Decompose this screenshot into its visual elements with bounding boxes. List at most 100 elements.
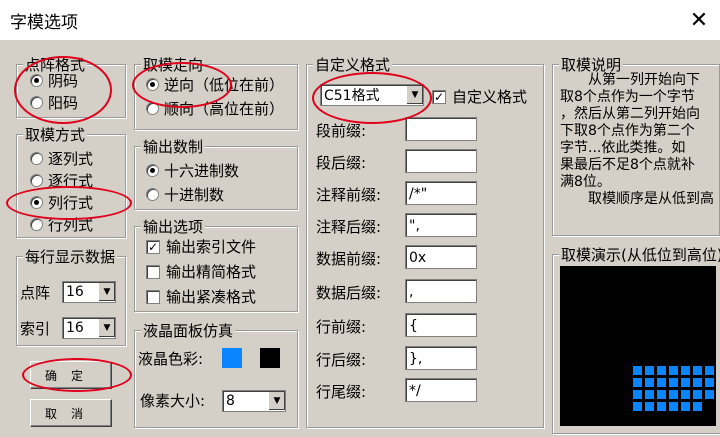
demo-pixel xyxy=(669,378,678,387)
demo-pixel xyxy=(633,378,642,387)
radio-scan-1[interactable] xyxy=(30,174,43,187)
pixel-size-label: 像素大小: xyxy=(140,392,206,410)
index-count-select[interactable]: 16 ▼ xyxy=(62,317,116,339)
radio-decimal[interactable]: 十进制数 xyxy=(146,184,224,205)
demo-pixel xyxy=(657,378,666,387)
field-label: 注释前缀: xyxy=(316,186,382,204)
explain-line: 从第一列开始向下 xyxy=(588,72,700,88)
check-compact-format[interactable]: 输出精简格式 xyxy=(146,261,294,282)
radio-hex[interactable]: 十六进制数 xyxy=(146,160,239,181)
demo-pixel xyxy=(705,390,714,399)
combo-value: 8 xyxy=(226,393,235,409)
demo-pixel xyxy=(669,402,678,411)
chevron-down-icon[interactable]: ▼ xyxy=(268,392,285,410)
checkbox-0[interactable]: ✓ xyxy=(146,239,160,254)
demo-pixel xyxy=(669,366,678,375)
explain-line: 满8位。 xyxy=(560,174,611,190)
demo-pixel xyxy=(681,366,690,375)
demo-pixel xyxy=(645,378,654,387)
chevron-down-icon[interactable]: ▼ xyxy=(98,283,115,301)
demo-pixel xyxy=(633,366,642,375)
cancel-label: 取消 xyxy=(44,406,97,421)
annotation-circle xyxy=(22,358,132,392)
close-icon: ✕ xyxy=(689,8,709,33)
field-label: 注释后缀: xyxy=(316,218,382,236)
segment-prefix-input[interactable] xyxy=(405,117,477,141)
demo-pixel xyxy=(693,390,702,399)
demo-preview-canvas xyxy=(560,266,716,426)
field-label: 行尾缀: xyxy=(316,383,367,401)
check-label: 输出精简格式 xyxy=(166,263,257,281)
radio-scan-0[interactable] xyxy=(30,152,43,165)
radio-column[interactable]: 逐列式 xyxy=(30,148,93,169)
explain-line: 字节...依此类推。如 xyxy=(560,140,686,156)
line-suffix-input[interactable]: }, xyxy=(405,346,477,370)
demo-pixel xyxy=(645,402,654,411)
checkbox-2[interactable] xyxy=(146,289,160,304)
per-line-legend: 每行显示数据 xyxy=(23,247,118,267)
line-end-input[interactable]: */ xyxy=(405,378,477,402)
demo-pixel xyxy=(681,402,690,411)
explain-line: 下取8个点作为第二个 xyxy=(560,123,695,139)
checkbox-1[interactable] xyxy=(146,264,160,279)
annotation-circle xyxy=(6,186,132,220)
field-label: 数据后缀: xyxy=(316,284,382,302)
comment-suffix-input[interactable]: ", xyxy=(405,213,477,237)
comment-prefix-input[interactable]: /*" xyxy=(405,181,477,205)
check-label: 输出紧凑格式 xyxy=(166,288,257,306)
field-label: 行前缀: xyxy=(316,318,367,336)
lcd-color-on-swatch[interactable] xyxy=(222,348,242,368)
combo-value: 16 xyxy=(66,284,84,300)
output-base-legend: 输出数制 xyxy=(141,136,206,157)
close-button[interactable]: ✕ xyxy=(684,6,714,36)
demo-pixel xyxy=(645,366,654,375)
radio-base-0[interactable] xyxy=(146,164,159,177)
dot-count-label: 点阵 xyxy=(20,284,51,302)
check-label: 自定义格式 xyxy=(452,88,528,106)
demo-pixel xyxy=(657,402,666,411)
explain-line: ，然后从第二列开始向 xyxy=(560,106,700,122)
demo-pixel xyxy=(633,402,642,411)
lcd-color-off-swatch[interactable] xyxy=(260,348,280,368)
radio-scan-3[interactable] xyxy=(30,218,43,231)
output-options-legend: 输出选项 xyxy=(141,217,206,237)
pixel-size-select[interactable]: 8 ▼ xyxy=(222,390,286,412)
data-suffix-input[interactable]: , xyxy=(405,279,477,303)
lcd-color-label: 液晶色彩: xyxy=(138,350,204,368)
chevron-down-icon[interactable]: ▼ xyxy=(98,319,115,337)
title-bar[interactable]: 字模选项 ✕ xyxy=(0,0,720,40)
explain-line: 果最后不足8个点就补 xyxy=(560,157,695,173)
demo-pixel xyxy=(681,378,690,387)
annotation-circle xyxy=(132,62,232,108)
check-tight-format[interactable]: 输出紧凑格式 xyxy=(146,286,294,307)
radio-label: 十六进制数 xyxy=(164,162,240,180)
demo-pixel xyxy=(657,366,666,375)
field-label: 行后缀: xyxy=(316,351,367,369)
radio-base-1[interactable] xyxy=(146,188,159,201)
check-index-file[interactable]: ✓ 输出索引文件 xyxy=(146,236,294,257)
cancel-button[interactable]: 取消 xyxy=(30,399,112,427)
segment-suffix-input[interactable] xyxy=(405,149,477,173)
radio-label: 逐列式 xyxy=(48,150,94,168)
check-label: 输出索引文件 xyxy=(166,238,257,256)
demo-pixel xyxy=(681,390,690,399)
demo-pixel xyxy=(657,390,666,399)
explain-line: 取8个点作为一个字节 xyxy=(560,89,695,105)
demo-pixel xyxy=(705,366,714,375)
line-prefix-input[interactable]: { xyxy=(405,313,477,337)
field-label: 段后缀: xyxy=(316,154,367,172)
lcd-legend: 液晶面板仿真 xyxy=(141,320,236,341)
combo-value: 16 xyxy=(66,320,84,336)
data-prefix-input[interactable]: 0x xyxy=(405,245,477,269)
window-title: 字模选项 xyxy=(10,13,78,33)
checkbox-custom[interactable]: ✓ xyxy=(432,89,446,104)
demo-pixel xyxy=(693,402,702,411)
demo-legend: 取模演示(从低位到高位) xyxy=(559,245,720,265)
demo-pixel xyxy=(693,366,702,375)
explain-text: 从第一列开始向下 取8个点作为一个字节 ，然后从第二列开始向 下取8个点作为第二… xyxy=(560,72,716,232)
demo-pixel xyxy=(633,390,642,399)
custom-format-check[interactable]: ✓ 自定义格式 xyxy=(432,86,538,107)
dot-count-select[interactable]: 16 ▼ xyxy=(62,281,116,303)
demo-pixel xyxy=(705,378,714,387)
explain-line: 取模顺序是从低到高 xyxy=(588,191,714,207)
